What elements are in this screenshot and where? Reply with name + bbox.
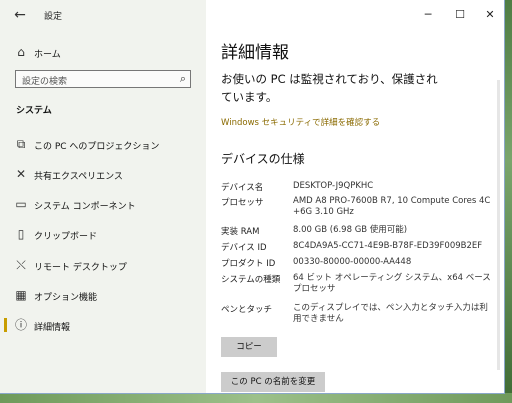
component-icon: ▭ [15,197,27,211]
spec-value: 8.00 GB (6.98 GB 使用可能) [293,225,408,235]
search-placeholder: 設定の検索 [22,77,68,87]
clipboard-icon: ▯ [17,227,25,241]
spec-key: プロセッサ [221,198,264,208]
rename-pc-button[interactable]: この PC の名前を変更 [221,372,325,392]
sidebar-item-remote-desktop[interactable]: ⤬ リモート デスクトップ [0,255,206,277]
options-icon: ▦ [15,288,27,302]
spec-key: デバイス ID [221,243,267,253]
desktop-background-bottom [0,393,512,403]
spec-key: デバイス名 [221,183,264,193]
protection-line-2: ています。 [221,90,278,104]
search-input[interactable]: 設定の検索 ⌕ [15,70,191,88]
nav-home[interactable]: ⌂ ホーム [0,42,206,64]
spec-key: 実装 RAM [221,227,260,237]
page-title: 詳細情報 [221,43,289,63]
protection-line-1: お使いの PC は監視されており、保護され [221,72,438,86]
scrollbar[interactable] [497,80,500,370]
back-arrow-icon[interactable]: ← [12,7,28,23]
main-content: 詳細情報 お使いの PC は監視されており、保護され ています。 Windows… [206,0,504,393]
spec-key: ペンとタッチ [221,305,273,315]
info-icon: ⓘ [14,318,27,332]
nav-home-label: ホーム [34,50,61,60]
sidebar-item-label: クリップボード [34,232,98,242]
sidebar-item-label: オプション機能 [34,293,98,303]
security-link[interactable]: Windows セキュリティで詳細を確認する [221,116,380,128]
window-title: 設定 [44,12,63,22]
desktop-background [504,0,512,403]
sidebar-item-clipboard[interactable]: ▯ クリップボード [0,224,206,246]
spec-key: システムの種類 [221,275,281,285]
sidebar-item-about[interactable]: ⓘ 詳細情報 [0,315,206,337]
sidebar-item-label: リモート デスクトップ [34,263,127,273]
copy-button[interactable]: コピー [221,337,277,357]
search-icon: ⌕ [179,72,186,85]
spec-value: 00330-80000-00000-AA448 [293,257,412,267]
spec-value: AMD A8 PRO-7600B R7, 10 Compute Cores 4C… [293,196,491,217]
sidebar-item-label: この PC へのプロジェクション [34,142,160,152]
shared-icon: ✕ [15,167,27,181]
sidebar: ⌂ ホーム 設定の検索 ⌕ システム ⧉ この PC へのプロジェクション ✕ … [0,0,206,393]
sidebar-item-system-components[interactable]: ▭ システム コンポーネント [0,194,206,216]
remote-icon: ⤬ [16,258,26,272]
sidebar-item-label: 詳細情報 [34,323,71,333]
spec-value: DESKTOP-J9QPKHC [293,181,374,191]
home-icon: ⌂ [17,45,25,59]
spec-value: このディスプレイでは、ペン入力とタッチ入力は利用できません [293,303,488,324]
spec-key: プロダクト ID [221,259,276,269]
settings-window: ⌂ ホーム 設定の検索 ⌕ システム ⧉ この PC へのプロジェクション ✕ … [0,0,504,393]
spec-value: 8C4DA9A5-CC71-4E9B-B78F-ED39F009B2EF [293,241,483,251]
sidebar-item-projection[interactable]: ⧉ この PC へのプロジェクション [0,134,206,156]
sidebar-section-title: システム [16,106,52,116]
sidebar-item-shared-experiences[interactable]: ✕ 共有エクスペリエンス [0,164,206,186]
sidebar-item-optional-features[interactable]: ▦ オプション機能 [0,285,206,307]
spec-value: 64 ビット オペレーティング システム、x64 ベース プロセッサ [293,273,491,294]
sidebar-item-label: システム コンポーネント [34,202,136,212]
project-icon: ⧉ [16,137,26,151]
device-specs-title: デバイスの仕様 [221,152,305,166]
protection-status: お使いの PC は監視されており、保護され ています。 [221,70,441,106]
sidebar-item-label: 共有エクスペリエンス [34,172,123,182]
